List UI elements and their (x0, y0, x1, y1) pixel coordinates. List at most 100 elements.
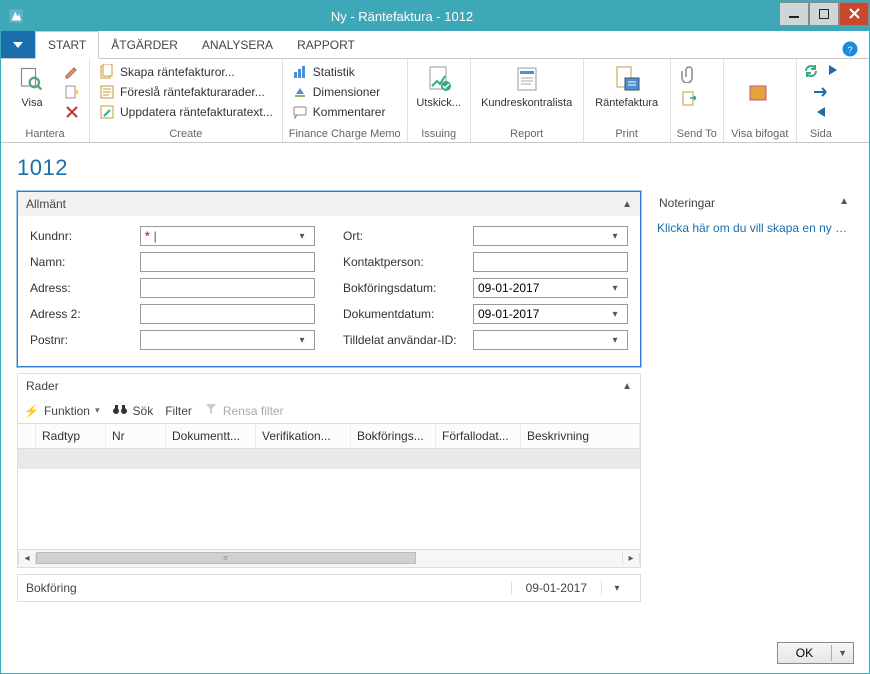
chevron-down-icon[interactable]: ▾ (607, 231, 623, 242)
dimensioner-button[interactable]: Dimensioner (289, 83, 389, 101)
kontaktperson-input[interactable] (473, 252, 628, 272)
col-nr[interactable]: Nr (106, 424, 166, 448)
group-visabifogat-label: Visa bifogat (730, 126, 790, 142)
adress2-input[interactable] (140, 304, 315, 324)
help-icon[interactable]: ? (841, 40, 859, 58)
namn-input[interactable] (140, 252, 315, 272)
chevron-down-icon[interactable]: ▾ (607, 309, 623, 320)
delete-button[interactable] (61, 103, 83, 121)
attachment-block-icon[interactable] (748, 82, 772, 105)
panel-bokforing: Bokföring 09-01-2017 ▾ (17, 574, 641, 602)
col-radtyp[interactable]: Radtyp (36, 424, 106, 448)
group-print-label: Print (590, 126, 664, 142)
kundreskontralista-button[interactable]: Kundreskontralista (477, 61, 577, 109)
group-create-label: Create (96, 126, 276, 142)
col-dokument[interactable]: Dokumentt... (166, 424, 256, 448)
collapse-icon[interactable]: ▲ (839, 196, 849, 210)
col-beskrivning[interactable]: Beskrivning (521, 424, 640, 448)
chevron-down-icon[interactable]: ▾ (294, 335, 310, 346)
refresh-icon[interactable] (803, 63, 819, 82)
export-icon (680, 90, 696, 106)
attach-icon-button[interactable] (677, 65, 699, 83)
expand-icon[interactable]: ▾ (602, 583, 632, 594)
adress-input[interactable] (140, 278, 315, 298)
edit-button[interactable] (61, 63, 83, 81)
bokforingsdatum-label: Bokföringsdatum: (343, 281, 473, 295)
bokforingsdatum-input[interactable]: 09-01-2017▾ (473, 278, 628, 298)
stats-icon (292, 64, 308, 80)
comment-icon (292, 104, 308, 120)
postnr-input[interactable]: ▾ (140, 330, 315, 350)
tab-analysera[interactable]: ANALYSERA (190, 32, 285, 58)
group-report-label: Report (477, 126, 577, 142)
minimize-button[interactable] (779, 2, 809, 26)
grid-body[interactable] (18, 449, 640, 549)
postnr-label: Postnr: (30, 333, 140, 347)
prev-page-icon[interactable] (815, 105, 827, 122)
col-verifikation[interactable]: Verifikation... (256, 424, 351, 448)
utskick-button[interactable]: Utskick... (414, 61, 464, 109)
funktion-menu[interactable]: ⚡Funktion▾ (24, 404, 100, 418)
collapse-icon[interactable]: ▲ (622, 199, 632, 210)
app-icon (7, 7, 25, 25)
group-hantera-label: Hantera (7, 126, 83, 142)
scroll-left-button[interactable]: ◂ (18, 553, 36, 564)
filter-button[interactable]: Filter (165, 404, 192, 418)
close-button[interactable] (839, 2, 869, 26)
pencil-icon (64, 64, 80, 80)
horizontal-scrollbar[interactable]: ◂ ≡ ▸ (18, 549, 640, 567)
application-menu-button[interactable] (1, 31, 35, 58)
col-forfallodat[interactable]: Förfallodat... (436, 424, 521, 448)
sok-button[interactable]: Sök (112, 402, 154, 419)
col-bokforings[interactable]: Bokförings... (351, 424, 436, 448)
chevron-down-icon[interactable]: ▾ (607, 335, 623, 346)
dim-icon (292, 84, 308, 100)
suggest-icon (99, 84, 115, 100)
statistik-button[interactable]: Statistik (289, 63, 389, 81)
rensa-filter-button[interactable]: Rensa filter (204, 402, 284, 419)
create-note-link[interactable]: Klicka här om du vill skapa en ny an... (655, 215, 853, 239)
visa-button[interactable]: Visa (7, 61, 57, 109)
foresla-rader-button[interactable]: Föreslå räntefakturarader... (96, 83, 276, 101)
tab-start[interactable]: START (35, 31, 99, 59)
tab-atgarder[interactable]: ÅTGÄRDER (99, 32, 190, 58)
titlebar: Ny - Räntefaktura - 1012 (1, 1, 869, 31)
next-page-icon[interactable] (827, 63, 839, 82)
export-icon-button[interactable] (677, 89, 699, 107)
chevron-down-icon[interactable]: ▾ (607, 283, 623, 294)
ort-input[interactable]: ▾ (473, 226, 628, 246)
svg-text:?: ? (847, 45, 852, 55)
tab-rapport[interactable]: RAPPORT (285, 32, 367, 58)
forward-arrow-icon[interactable] (812, 86, 830, 101)
clear-filter-icon (204, 402, 218, 419)
table-row[interactable] (18, 449, 640, 469)
update-icon (99, 104, 115, 120)
window-title: Ny - Räntefaktura - 1012 (25, 9, 779, 24)
skapa-rantefakturor-button[interactable]: Skapa räntefakturor... (96, 63, 276, 81)
ok-dropdown[interactable]: ▼ (831, 645, 853, 661)
grid-header: Radtyp Nr Dokumentt... Verifikation... B… (18, 423, 640, 449)
paperclip-icon (680, 66, 696, 82)
delete-icon (64, 104, 80, 120)
collapse-icon[interactable]: ▲ (622, 381, 632, 392)
new-button[interactable] (61, 83, 83, 101)
docs-icon (99, 64, 115, 80)
dokumentdatum-label: Dokumentdatum: (343, 307, 473, 321)
namn-label: Namn: (30, 255, 140, 269)
scroll-right-button[interactable]: ▸ (622, 553, 640, 564)
uppdatera-text-button[interactable]: Uppdatera räntefakturatext... (96, 103, 276, 121)
dokumentdatum-input[interactable]: 09-01-2017▾ (473, 304, 628, 324)
binoculars-icon (112, 402, 128, 419)
scrollbar-thumb[interactable]: ≡ (36, 552, 416, 564)
group-sida-label: Sida (803, 126, 839, 142)
maximize-button[interactable] (809, 2, 839, 26)
chevron-down-icon[interactable]: ▾ (294, 231, 310, 242)
kommentarer-button[interactable]: Kommentarer (289, 103, 389, 121)
tilldelat-anvandar-input[interactable]: ▾ (473, 330, 628, 350)
panel-rader: Rader ▲ ⚡Funktion▾ Sök Filter Rensa filt… (17, 373, 641, 568)
ok-button[interactable]: OK ▼ (777, 642, 854, 664)
panel-allmant: Allmänt ▲ Kundnr: *▾ Namn: (17, 191, 641, 367)
kundnr-input[interactable]: *▾ (140, 226, 315, 246)
rantefaktura-print-button[interactable]: Räntefaktura (590, 61, 664, 109)
page-title: 1012 (17, 155, 853, 181)
